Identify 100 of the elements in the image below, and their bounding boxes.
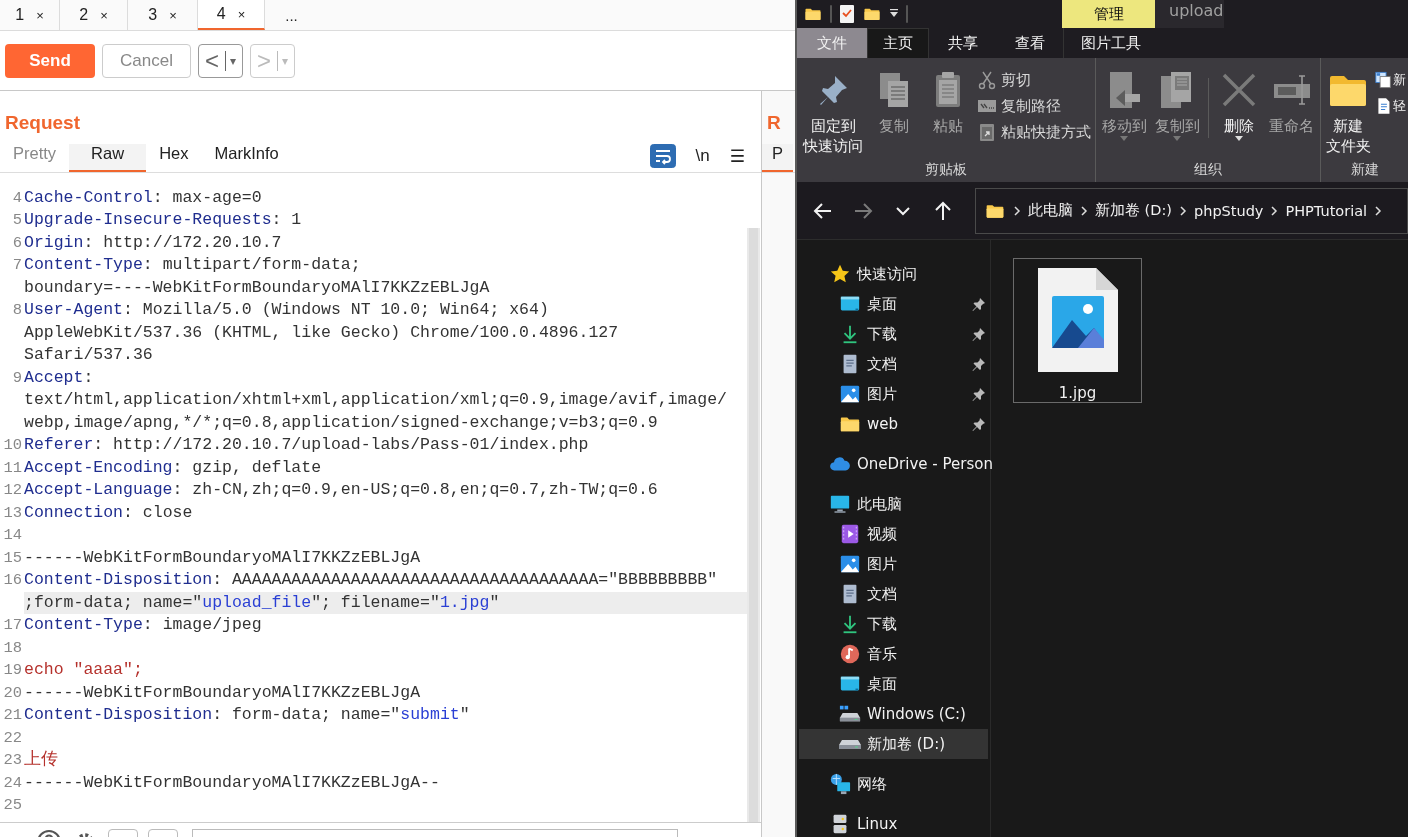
nav-item[interactable]: 图片 xyxy=(799,549,988,579)
ribbon-tab[interactable]: 主页 xyxy=(867,28,929,58)
line-number: 10 xyxy=(2,435,23,456)
close-button[interactable]: × xyxy=(36,7,44,23)
code-line: Cache-Control: max-age=0 xyxy=(24,186,263,209)
tab[interactable]: P xyxy=(762,144,793,172)
window-title: upload xyxy=(1155,0,1224,28)
nav-item[interactable]: 图片 xyxy=(799,379,988,409)
breadcrumb[interactable]: 此电脑 xyxy=(1028,201,1073,220)
line-number: 21 xyxy=(2,705,23,726)
menu-button[interactable]: ☰ xyxy=(729,145,745,167)
cancel-button[interactable]: Cancel xyxy=(102,43,191,78)
line-number: 6 xyxy=(11,232,23,254)
breadcrumb[interactable]: 新加卷 (D:) xyxy=(1095,201,1172,220)
code-line: Content-Disposition: AAAAAAAAAAAAAAAAAAAAAAAAAAAAAAAAAAAAA="BBBBBBBBB" xyxy=(24,569,719,591)
ribbon-button[interactable]: 固定到 快速访问 xyxy=(801,66,866,158)
group-label: 新建 xyxy=(1349,160,1380,179)
code-line: Accept-Encoding: gzip, deflate xyxy=(24,456,323,479)
line-number: 11 xyxy=(2,457,23,479)
code-line: Connection: close xyxy=(24,501,194,524)
ribbon-tab[interactable]: 查看 xyxy=(996,28,1063,58)
code-line: ------WebKitFormBoundaryoMAlI7KKZzEBLJgA-- xyxy=(24,771,441,794)
line-number: 23 xyxy=(2,750,23,771)
breadcrumb[interactable]: phpStudy xyxy=(1194,202,1264,219)
nav-item[interactable]: 网络 xyxy=(799,769,988,799)
code-line: Referer: http://172.20.10.7/upload-labs/Pass-01/index.php xyxy=(24,434,590,456)
line-number: 22 xyxy=(2,727,23,749)
code-line: echo "aaaa"; xyxy=(24,659,144,681)
close-button[interactable]: × xyxy=(237,6,246,22)
code-line: Origin: http://172.20.10.7 xyxy=(24,231,283,254)
newline-toggle[interactable]: \n xyxy=(695,146,710,166)
line-number: 17 xyxy=(2,615,23,636)
code-line: Upgrade-Insecure-Requests: 1 xyxy=(24,209,303,231)
line-number: 24 xyxy=(2,772,23,794)
code-line: Content-Disposition: form-data; name="submit" xyxy=(24,704,471,726)
ribbon-button[interactable]: 新建 文件夹 xyxy=(1323,66,1373,158)
panel-title: Request xyxy=(5,111,80,135)
line-number: 16 xyxy=(2,570,23,591)
group-label: 组织 xyxy=(1193,160,1223,179)
nav-item[interactable]: 下载 xyxy=(799,609,988,639)
line-number: 15 xyxy=(2,547,23,569)
line-number: 8 xyxy=(11,300,23,321)
more-tabs-button[interactable]: ... xyxy=(265,0,318,30)
code-line: Content-Type: image/jpeg xyxy=(24,614,263,636)
close-button[interactable]: × xyxy=(169,7,177,23)
code-line: ------WebKitFormBoundaryoMAlI7KKZzEBLJgA xyxy=(24,546,422,569)
nav-item[interactable]: 下载 xyxy=(799,319,988,349)
ribbon-button[interactable]: 新 xyxy=(1375,68,1406,92)
code-line: Accept-Language: zh-CN,zh;q=0.9,en-US;q=0.8,en;q=0.7,zh-TW;q=0.6 xyxy=(24,479,659,501)
nav-item[interactable]: 快速访问 xyxy=(799,259,988,289)
code-line: ------WebKitFormBoundaryoMAlI7KKZzEBLJgA xyxy=(24,681,422,704)
line-number: 7 xyxy=(11,255,23,276)
code-line: Content-Type: multipart/form-data; xyxy=(24,254,362,276)
nav-item[interactable]: Windows (C:) xyxy=(799,699,988,729)
line-number: 9 xyxy=(11,367,23,389)
tab[interactable]: 2 × xyxy=(60,0,128,30)
code-line: User-Agent: Mozilla/5.0 (Windows NT 10.0; Win64; x64) xyxy=(24,299,550,321)
line-number: 25 xyxy=(2,795,23,816)
code-line: Safari/537.36 xyxy=(24,344,154,366)
tab[interactable]: 1 × xyxy=(0,0,60,30)
nav-item[interactable]: 新加卷 (D:) xyxy=(799,729,988,759)
nav-item[interactable]: 文档 xyxy=(799,349,988,379)
line-number: 12 xyxy=(2,480,23,501)
nav-item[interactable]: 文档 xyxy=(799,579,988,609)
group-label: 剪贴板 xyxy=(924,160,968,179)
close-button[interactable]: × xyxy=(100,7,108,23)
nav-item[interactable]: 桌面 xyxy=(799,289,988,319)
nav-item[interactable]: 音乐 xyxy=(799,639,988,669)
nav-item[interactable]: 视频 xyxy=(799,519,988,549)
code-line: boundary=----WebKitFormBoundaryoMAlI7KKZzEBLJgA xyxy=(24,276,491,299)
line-number: 18 xyxy=(2,637,23,659)
nav-item[interactable]: 此电脑 xyxy=(799,489,988,519)
panel-title: R xyxy=(767,111,781,135)
address-bar[interactable]: 此电脑 新加卷 (D:) phpStudy PHPTutorial xyxy=(975,187,1408,234)
code-line: AppleWebKit/537.36 (KHTML, like Gecko) Chrome/100.0.4896.127 xyxy=(24,321,620,344)
ribbon-button[interactable]: 删除 xyxy=(1214,66,1264,158)
nav-item[interactable]: 桌面 xyxy=(799,669,988,699)
code-line: Accept: xyxy=(24,366,95,389)
line-number: 14 xyxy=(2,525,23,546)
nav-item[interactable]: web xyxy=(799,409,988,439)
line-number: 20 xyxy=(2,682,23,704)
code-line: webp,image/apng,*/*;q=0.8,application/signed-exchange;v=b3;q=0.9 xyxy=(24,411,659,434)
dropdown-button[interactable]: ▾ xyxy=(230,53,237,68)
nav-item[interactable]: Linux xyxy=(799,809,988,837)
context-tab-header: 管理 xyxy=(1062,0,1155,28)
ribbon-button[interactable]: 轻 xyxy=(1375,94,1406,118)
breadcrumb[interactable]: PHPTutorial xyxy=(1285,202,1368,219)
back-button[interactable]: < xyxy=(205,50,226,71)
history-split-button[interactable]: < ▾ xyxy=(198,43,244,78)
tab[interactable]: Hex xyxy=(146,144,202,172)
tab[interactable]: 4 × xyxy=(198,0,265,30)
tab[interactable]: Raw xyxy=(69,144,147,172)
line-number: 13 xyxy=(2,502,23,524)
code-line: 上传 xyxy=(24,749,59,771)
tab[interactable]: MarkInfo xyxy=(201,144,292,172)
ribbon-tab[interactable]: 共享 xyxy=(929,28,996,58)
line-number: 4 xyxy=(11,187,23,209)
file-item[interactable]: 1.jpg xyxy=(1013,258,1142,403)
line-number: 5 xyxy=(11,210,23,231)
line-number: 19 xyxy=(2,660,23,681)
